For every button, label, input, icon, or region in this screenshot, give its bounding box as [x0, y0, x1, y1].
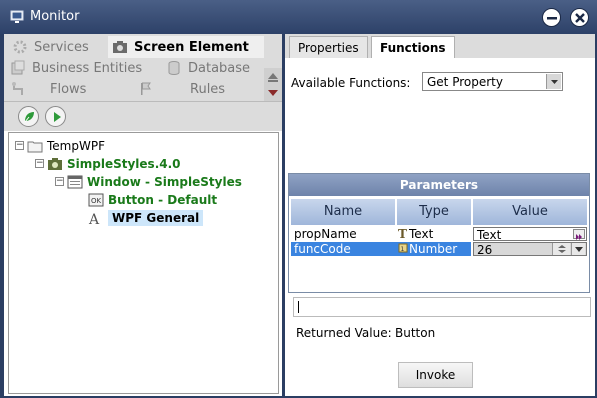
- tree-node-button-default[interactable]: OK Button - Default: [88, 191, 217, 208]
- left-pane: Services Screen Element Business Entitie…: [4, 34, 282, 396]
- title-bar: Monitor: [0, 0, 597, 34]
- text-type-icon: T: [397, 227, 409, 239]
- accordion-label: Database: [188, 61, 250, 76]
- accordion-item-business-entities[interactable]: Business Entities: [10, 57, 160, 79]
- database-icon: [166, 60, 182, 76]
- tree-node-window[interactable]: − Window - SimpleStyles: [55, 173, 242, 190]
- category-accordion: Services Screen Element Business Entitie…: [4, 34, 282, 101]
- available-functions-select[interactable]: Get Property: [422, 72, 563, 91]
- monitor-icon: [10, 10, 24, 24]
- monitor-window: Monitor Services: [0, 0, 597, 398]
- element-tree[interactable]: − TempWPF − SimpleStyles.4.0 − Window - …: [8, 132, 279, 394]
- param-value: 26: [477, 243, 492, 257]
- select-value: Get Property: [427, 75, 503, 89]
- dropdown-arrow-icon[interactable]: [546, 74, 561, 89]
- column-header-name[interactable]: Name: [291, 199, 395, 225]
- returned-value: Button: [395, 326, 435, 340]
- tree-node-label: Window - SimpleStyles: [87, 175, 242, 189]
- font-a-icon: A: [88, 211, 104, 225]
- svg-text:1: 1: [401, 246, 405, 253]
- accordion-item-services[interactable]: Services: [12, 36, 102, 58]
- refresh-tree-button[interactable]: [18, 106, 39, 127]
- right-pane: Properties Functions Available Functions…: [285, 34, 595, 396]
- expand-value-icon[interactable]: [573, 229, 585, 239]
- folder-icon: [27, 139, 43, 153]
- tab-functions[interactable]: Functions: [371, 36, 455, 58]
- collapse-toggle-icon[interactable]: −: [15, 141, 24, 150]
- accordion-item-database[interactable]: Database: [166, 57, 266, 79]
- text-caret: [298, 301, 299, 313]
- tree-toolbar: [4, 101, 282, 131]
- param-value-spinner[interactable]: 26: [473, 242, 587, 256]
- window-icon: [67, 175, 83, 189]
- param-name-cell: propName: [291, 227, 395, 241]
- scroll-arrows-icon: [264, 68, 282, 101]
- collapse-toggle-icon[interactable]: −: [35, 159, 44, 168]
- accordion-row-1: Services Screen Element: [4, 36, 282, 58]
- collapse-toggle-icon[interactable]: −: [55, 177, 64, 186]
- minimize-button[interactable]: [542, 8, 561, 27]
- rules-flag-icon: [138, 81, 154, 97]
- dropdown-arrow-icon[interactable]: [571, 243, 585, 255]
- camera-icon: [47, 157, 63, 171]
- camera-icon: [112, 39, 128, 55]
- tree-node-wpf-general[interactable]: A WPF General: [88, 209, 203, 226]
- entities-icon: [10, 60, 26, 76]
- column-header-value[interactable]: Value: [473, 199, 587, 225]
- returned-value-label: Returned Value:: [296, 326, 392, 340]
- param-type-label: Text: [409, 227, 433, 241]
- expression-input[interactable]: [293, 297, 591, 317]
- accordion-label: Rules: [190, 82, 225, 97]
- accordion-label: Services: [34, 40, 89, 55]
- svg-text:OK: OK: [91, 197, 102, 205]
- accordion-row-3: Flows Rules: [4, 78, 282, 100]
- services-icon: [12, 39, 28, 55]
- param-value-input[interactable]: Text: [473, 227, 587, 241]
- tree-node-tempwpf[interactable]: − TempWPF: [15, 137, 105, 154]
- tree-node-label: Button - Default: [108, 193, 217, 207]
- tab-bar: Properties Functions: [285, 34, 595, 58]
- tree-node-simplestyles[interactable]: − SimpleStyles.4.0: [35, 155, 181, 172]
- accordion-row-2: Business Entities Database: [4, 57, 282, 79]
- tab-properties[interactable]: Properties: [289, 36, 368, 58]
- leaf-refresh-icon: [19, 107, 40, 128]
- svg-text:T: T: [398, 227, 407, 239]
- param-type-cell: TText: [397, 227, 471, 241]
- accordion-label: Screen Element: [134, 40, 249, 55]
- minimize-icon: [543, 9, 562, 28]
- play-button[interactable]: [45, 106, 66, 127]
- accordion-item-screen-element[interactable]: Screen Element: [108, 36, 264, 58]
- window-title: Monitor: [30, 9, 79, 24]
- accordion-scrollbar[interactable]: [264, 68, 282, 101]
- svg-text:A: A: [88, 212, 100, 225]
- number-type-icon: 1: [397, 242, 409, 254]
- tree-node-label: SimpleStyles.4.0: [67, 157, 181, 171]
- close-icon: [571, 9, 590, 28]
- param-type-cell: 1 Number: [397, 242, 471, 256]
- invoke-button[interactable]: Invoke: [398, 362, 473, 388]
- param-value: Text: [477, 228, 501, 242]
- accordion-item-rules[interactable]: Rules: [138, 78, 238, 100]
- parameters-panel: Parameters Name Type Value propName TTex…: [288, 173, 590, 293]
- available-functions-label: Available Functions:: [291, 76, 410, 90]
- parameters-title: Parameters: [289, 174, 589, 196]
- column-header-type[interactable]: Type: [397, 199, 471, 225]
- param-type-label: Number: [409, 242, 457, 256]
- play-icon: [46, 107, 67, 128]
- tree-node-label: WPF General: [108, 210, 203, 226]
- flows-icon: [10, 81, 26, 97]
- accordion-item-flows[interactable]: Flows: [10, 78, 110, 100]
- accordion-label: Flows: [50, 82, 86, 97]
- spinner-arrows-icon[interactable]: [552, 243, 570, 255]
- tree-node-label: TempWPF: [47, 139, 105, 153]
- ok-button-icon: OK: [88, 193, 104, 207]
- accordion-label: Business Entities: [32, 61, 142, 76]
- close-button[interactable]: [570, 8, 589, 27]
